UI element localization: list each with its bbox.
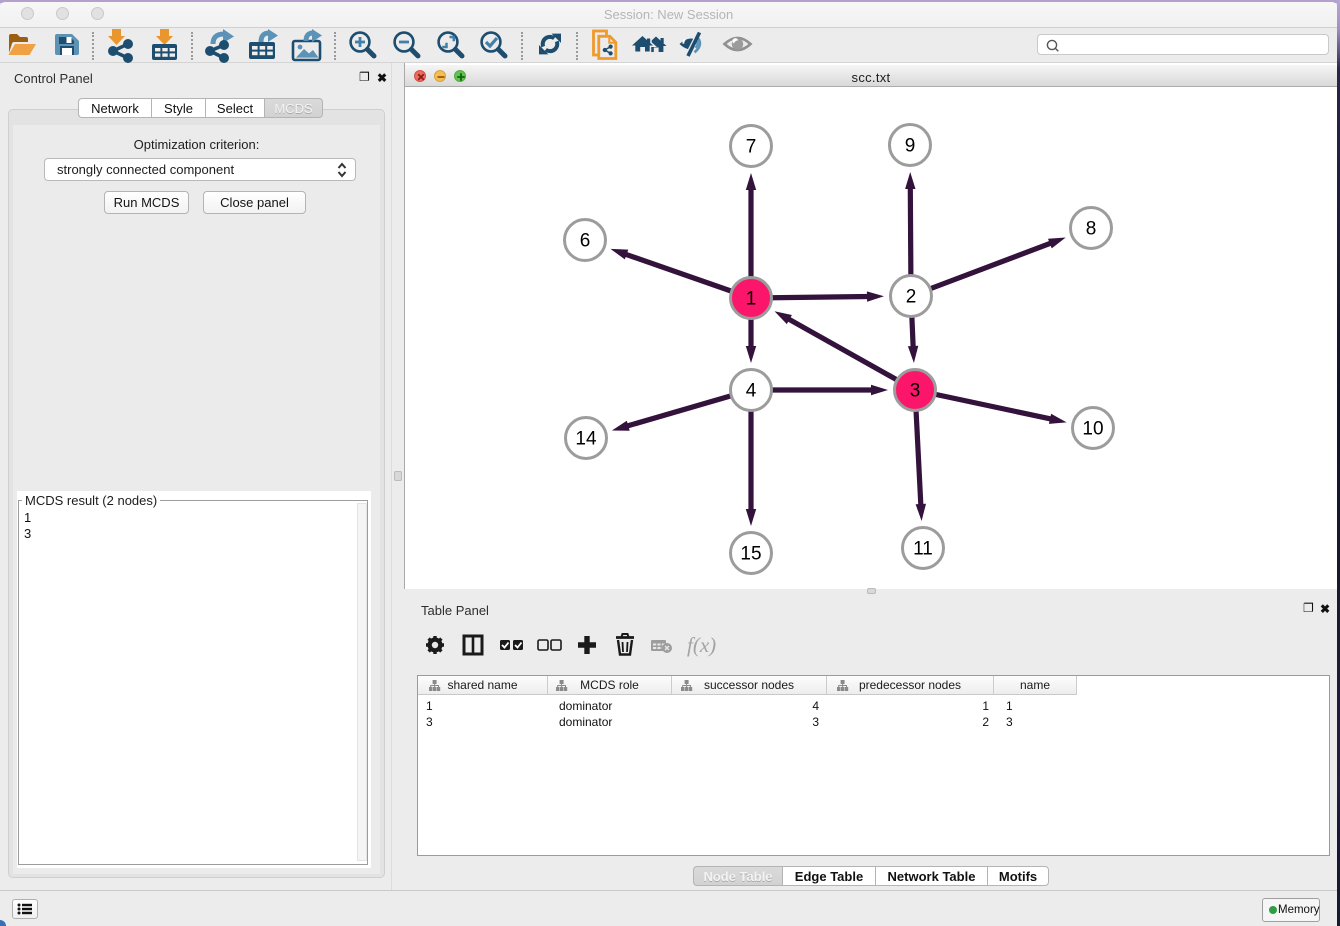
svg-text:6: 6 xyxy=(580,231,591,252)
svg-text:1: 1 xyxy=(746,289,757,310)
svg-text:3: 3 xyxy=(910,381,921,402)
svg-text:7: 7 xyxy=(746,137,757,158)
svg-text:11: 11 xyxy=(913,539,933,560)
svg-text:14: 14 xyxy=(575,429,597,450)
svg-text:4: 4 xyxy=(746,381,757,402)
svg-text:9: 9 xyxy=(905,136,916,157)
svg-text:8: 8 xyxy=(1086,219,1097,240)
svg-text:2: 2 xyxy=(906,287,917,308)
svg-text:10: 10 xyxy=(1082,419,1103,440)
svg-text:15: 15 xyxy=(740,544,761,565)
svg-text:f(x): f(x) xyxy=(687,633,716,657)
